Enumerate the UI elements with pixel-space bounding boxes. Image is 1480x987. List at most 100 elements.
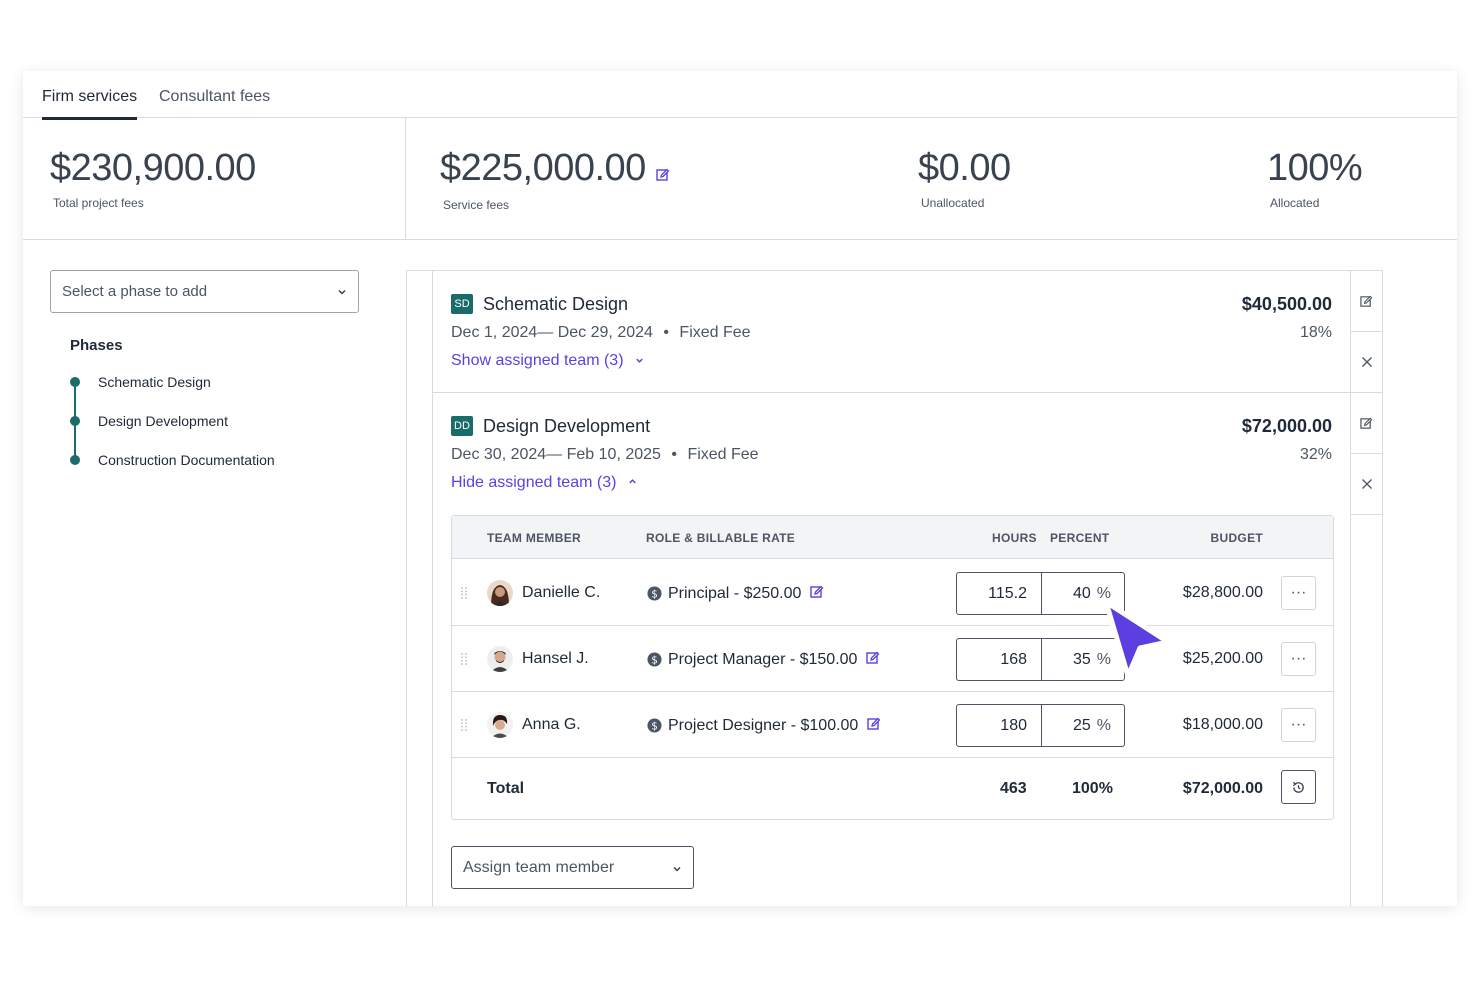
edit-dd-button[interactable] bbox=[1351, 393, 1382, 454]
member-budget: $18,000.00 bbox=[1182, 716, 1263, 733]
reset-allocation-button[interactable] bbox=[1281, 770, 1316, 804]
phase-dates: Dec 1, 2024— Dec 29, 2024 • Fixed Fee bbox=[451, 324, 751, 342]
table-row: Danielle C. $ Principal - $250.00 115.2 … bbox=[452, 560, 1333, 626]
edit-icon bbox=[1360, 295, 1373, 307]
total-budget: $72,000.00 bbox=[1182, 780, 1263, 797]
team-table: TEAM MEMBER ROLE & BILLABLE RATE HOURS P… bbox=[451, 515, 1334, 820]
team-member-name: Anna G. bbox=[522, 716, 581, 733]
role-rate-text: Project Manager - $150.00 bbox=[668, 651, 858, 668]
phase-amount: $72,000.00 bbox=[1241, 416, 1332, 436]
phase-fee-type: Fixed Fee bbox=[687, 446, 759, 463]
role-rate: Project Manager - $150.00 bbox=[668, 651, 880, 669]
timeline-dot bbox=[70, 455, 80, 465]
edit-sd-button[interactable] bbox=[1351, 271, 1382, 332]
svg-text:$: $ bbox=[651, 654, 658, 666]
phase-nav-schematic-design[interactable]: Schematic Design bbox=[70, 374, 211, 390]
allocated-value: 100% bbox=[1267, 147, 1363, 189]
phase-percent: 32% bbox=[1299, 446, 1332, 463]
more-options-button[interactable]: ··· bbox=[1281, 642, 1316, 676]
percent-value: 40 bbox=[1072, 585, 1091, 602]
phase-schematic-design: SD Schematic Design Dec 1, 2024— Dec 29,… bbox=[433, 271, 1350, 393]
drag-handle-icon[interactable] bbox=[460, 718, 468, 732]
more-options-button[interactable]: ··· bbox=[1281, 708, 1316, 742]
phase-badge: SD bbox=[451, 294, 473, 314]
timeline-dot bbox=[70, 377, 80, 387]
fee-summary: $230,900.00 Total project fees $225,000.… bbox=[23, 118, 1457, 240]
total-percent: 100% bbox=[1072, 780, 1113, 797]
team-total-row: Total 463 100% $72,000.00 bbox=[452, 758, 1333, 820]
allocated-label: Allocated bbox=[1270, 196, 1320, 210]
hide-team-label: Hide assigned team (3) bbox=[451, 474, 617, 491]
close-icon bbox=[1361, 479, 1372, 489]
phase-percent: 18% bbox=[1299, 324, 1332, 341]
chevron-down-icon bbox=[636, 358, 643, 363]
edit-service-fees-icon[interactable] bbox=[656, 148, 670, 192]
summary-divider bbox=[405, 118, 406, 239]
history-icon bbox=[1292, 781, 1304, 793]
role-rate-text: Principal - $250.00 bbox=[668, 585, 802, 602]
phase-date-range: Dec 1, 2024— Dec 29, 2024 bbox=[451, 324, 653, 341]
phase-date-range: Dec 30, 2024— Feb 10, 2025 bbox=[451, 446, 661, 463]
total-label: Total bbox=[487, 780, 525, 797]
close-icon bbox=[1361, 357, 1372, 367]
percent-sign: % bbox=[1096, 651, 1111, 668]
hours-input[interactable]: 180 bbox=[956, 704, 1042, 747]
remove-sd-button[interactable] bbox=[1351, 332, 1382, 393]
edit-role-icon[interactable] bbox=[810, 585, 824, 599]
show-assigned-team-link[interactable]: Show assigned team (3) bbox=[451, 352, 645, 370]
unallocated-value: $0.00 bbox=[918, 147, 1011, 189]
drag-handle-icon[interactable] bbox=[460, 586, 468, 600]
assign-team-member-dropdown[interactable]: Assign team member bbox=[451, 846, 694, 889]
timeline-dot bbox=[70, 416, 80, 426]
separator-dot: • bbox=[671, 446, 677, 463]
phase-fee-type: Fixed Fee bbox=[679, 324, 751, 341]
phase-select-dropdown[interactable]: Select a phase to add bbox=[50, 270, 359, 313]
phase-title: Schematic Design bbox=[483, 294, 629, 314]
percent-input[interactable]: 40% bbox=[1041, 572, 1125, 615]
col-hours: HOURS bbox=[992, 531, 1037, 545]
team-member-name: Hansel J. bbox=[522, 650, 589, 667]
edit-role-icon[interactable] bbox=[867, 717, 881, 731]
hide-assigned-team-link[interactable]: Hide assigned team (3) bbox=[451, 474, 638, 492]
unallocated-label: Unallocated bbox=[921, 196, 985, 210]
service-fees-value: $225,000.00 bbox=[440, 146, 670, 192]
remove-dd-button[interactable] bbox=[1351, 454, 1382, 515]
percent-input[interactable]: 35% bbox=[1041, 638, 1125, 681]
service-fees-amount: $225,000.00 bbox=[440, 147, 646, 189]
dollar-icon: $ bbox=[647, 652, 662, 667]
phases-heading: Phases bbox=[70, 337, 123, 354]
phase-nav-label: Construction Documentation bbox=[98, 452, 275, 468]
percent-input[interactable]: 25% bbox=[1041, 704, 1125, 747]
col-team-member: TEAM MEMBER bbox=[487, 531, 581, 545]
phase-select-placeholder: Select a phase to add bbox=[62, 283, 208, 300]
phase-nav-design-development[interactable]: Design Development bbox=[70, 413, 228, 429]
avatar bbox=[487, 580, 513, 606]
svg-text:$: $ bbox=[651, 720, 658, 732]
service-fees-label: Service fees bbox=[443, 197, 510, 212]
avatar bbox=[487, 646, 513, 672]
total-fees-value: $230,900.00 bbox=[50, 147, 256, 189]
percent-value: 25 bbox=[1072, 717, 1091, 734]
more-options-button[interactable]: ··· bbox=[1281, 576, 1316, 610]
svg-text:$: $ bbox=[651, 588, 658, 600]
percent-sign: % bbox=[1096, 717, 1111, 734]
phase-title: Design Development bbox=[483, 416, 651, 436]
col-percent: PERCENT bbox=[1050, 531, 1110, 545]
hours-input[interactable]: 115.2 bbox=[956, 572, 1042, 615]
tab-consultant-fees[interactable]: Consultant fees bbox=[159, 88, 270, 106]
percent-sign: % bbox=[1096, 585, 1111, 602]
role-rate: Project Designer - $100.00 bbox=[668, 717, 881, 735]
stat-total-project-fees: $230,900.00 Total project fees bbox=[50, 146, 256, 210]
avatar bbox=[487, 712, 513, 738]
phase-nav-label: Schematic Design bbox=[98, 374, 211, 390]
phase-nav-label: Design Development bbox=[98, 413, 228, 429]
chevron-down-icon bbox=[671, 862, 683, 880]
phase-nav-construction-documentation[interactable]: Construction Documentation bbox=[70, 452, 275, 468]
drag-handle-icon[interactable] bbox=[460, 652, 468, 666]
col-budget: BUDGET bbox=[1210, 531, 1263, 545]
fees-card: Firm services Consultant fees $230,900.0… bbox=[23, 71, 1457, 906]
tab-firm-services[interactable]: Firm services bbox=[42, 88, 138, 120]
phase-badge: DD bbox=[451, 416, 473, 436]
hours-input[interactable]: 168 bbox=[956, 638, 1042, 681]
edit-role-icon[interactable] bbox=[866, 651, 880, 665]
